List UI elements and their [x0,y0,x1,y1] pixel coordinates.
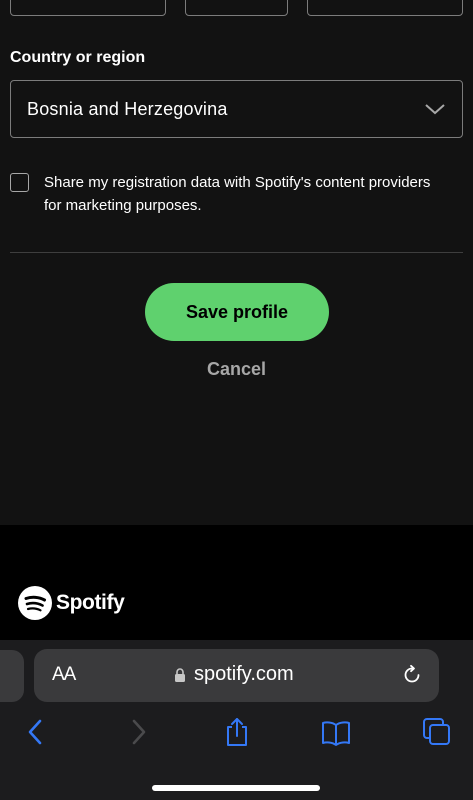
lock-icon [175,668,185,682]
save-profile-button[interactable]: Save profile [145,283,329,341]
share-data-checkbox[interactable] [10,173,29,192]
back-icon[interactable] [20,716,52,748]
share-data-label: Share my registration data with Spotify'… [44,174,431,214]
spotify-logo-icon [18,586,52,620]
divider [10,252,463,253]
birth-year-field[interactable] [307,0,463,16]
country-value: Bosnia and Herzegovina [27,98,228,119]
share-icon[interactable] [221,716,253,748]
birth-day-field[interactable] [10,0,166,16]
home-indicator[interactable] [152,785,320,791]
country-select[interactable]: Bosnia and Herzegovina [10,80,463,138]
profile-form: Country or region Bosnia and Herzegovina… [0,0,473,525]
country-label: Country or region [10,49,146,66]
spotify-logo[interactable]: Spotify [18,586,125,620]
previous-tab-preview[interactable] [0,650,24,702]
url-domain[interactable]: spotify.com [194,663,294,686]
cancel-button[interactable]: Cancel [0,359,473,380]
tabs-icon[interactable] [421,716,453,748]
birth-month-field[interactable] [185,0,288,16]
chevron-down-icon [425,104,445,115]
bookmarks-icon[interactable] [320,716,352,748]
reload-icon[interactable] [401,664,423,686]
text-size-label: AA [52,664,76,685]
footer [0,525,473,640]
spotify-logo-text: Spotify [56,591,125,614]
text-size-button[interactable]: AA [52,664,76,686]
forward-icon[interactable] [122,716,154,748]
